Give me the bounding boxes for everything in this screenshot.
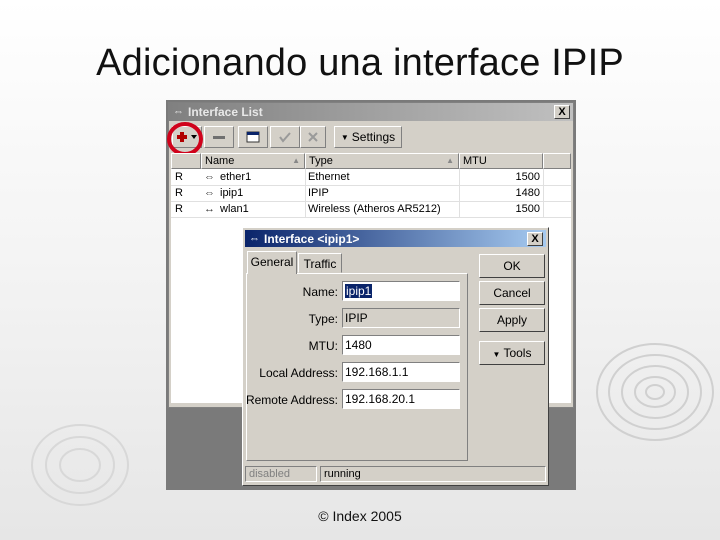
- mtu-field[interactable]: 1480: [342, 335, 460, 355]
- settings-button[interactable]: ▼ Settings: [334, 126, 402, 148]
- name-value: ipip1: [345, 284, 373, 298]
- row-flag: R: [175, 171, 183, 183]
- interface-list-title: Interface List: [188, 105, 263, 119]
- column-header-filler: [543, 153, 571, 169]
- column-header-name[interactable]: Name ▲: [201, 153, 305, 169]
- column-header-type[interactable]: Type ▲: [305, 153, 459, 169]
- tools-label: Tools: [503, 346, 532, 360]
- local-address-field[interactable]: 192.168.1.1: [342, 362, 460, 382]
- status-disabled: disabled: [245, 466, 317, 482]
- local-address-label: Local Address:: [259, 366, 338, 380]
- minus-icon: [213, 136, 225, 139]
- decorative-swirl-left: [31, 424, 129, 506]
- column-divider: [305, 169, 306, 217]
- footer-copyright: © Index 2005: [318, 508, 402, 524]
- column-header-flag[interactable]: [171, 153, 201, 169]
- row-mtu: 1500: [515, 203, 540, 215]
- tools-button[interactable]: ▼ Tools: [479, 341, 545, 365]
- column-header-mtu[interactable]: MTU: [459, 153, 543, 169]
- row-type: IPIP: [308, 187, 329, 199]
- remote-address-label: Remote Address:: [245, 393, 338, 407]
- row-divider: [171, 217, 571, 218]
- interface-dialog-titlebar[interactable]: ⇔ Interface <ipip1> X: [245, 230, 546, 247]
- x-icon: [308, 132, 318, 142]
- type-label: Type:: [308, 312, 338, 326]
- row-name: wlan1: [220, 203, 249, 215]
- type-field: IPIP: [342, 308, 460, 328]
- dropdown-arrow-icon: ▼: [340, 132, 349, 142]
- column-divider: [459, 169, 460, 217]
- slide-title: Adicionando una interface IPIP: [96, 42, 624, 84]
- column-divider: [543, 169, 544, 217]
- wireless-icon: ↔: [204, 203, 215, 215]
- check-icon: [279, 132, 291, 143]
- interface-list-close-button[interactable]: X: [554, 105, 570, 119]
- row-name: ether1: [220, 171, 252, 183]
- tab-general[interactable]: General: [247, 251, 297, 274]
- row-type: Ethernet: [308, 171, 350, 183]
- row-type: Wireless (Atheros AR5212): [308, 203, 441, 215]
- tunnel-icon: ⇔: [204, 187, 215, 199]
- ok-button[interactable]: OK: [479, 254, 545, 278]
- interface-dialog-title: Interface <ipip1>: [264, 231, 360, 246]
- name-label: Name:: [302, 285, 338, 299]
- row-mtu: 1500: [515, 171, 540, 183]
- mtu-label: MTU:: [308, 339, 338, 353]
- row-flag: R: [175, 203, 183, 215]
- comment-icon: [246, 131, 260, 143]
- interface-list-titlebar[interactable]: ⇔ Interface List X: [169, 103, 573, 121]
- comment-button[interactable]: [238, 126, 268, 148]
- tab-traffic[interactable]: Traffic: [298, 253, 342, 273]
- disable-button[interactable]: [300, 126, 326, 148]
- row-name: ipip1: [220, 187, 244, 199]
- settings-label: Settings: [351, 130, 396, 144]
- name-field[interactable]: ipip1: [342, 281, 460, 301]
- ethernet-icon: ⇔: [204, 171, 215, 183]
- row-flag: R: [175, 187, 183, 199]
- dropdown-arrow-icon: ▼: [492, 350, 501, 359]
- interface-dialog-close-button[interactable]: X: [527, 232, 543, 246]
- arrows-icon: ⇔: [249, 232, 260, 245]
- arrows-icon: ⇔: [173, 106, 184, 118]
- enable-button[interactable]: [270, 126, 300, 148]
- apply-button[interactable]: Apply: [479, 308, 545, 332]
- remove-button[interactable]: [204, 126, 234, 148]
- decorative-swirl-right: [596, 343, 714, 441]
- row-mtu: 1480: [515, 187, 540, 199]
- status-running: running: [320, 466, 546, 482]
- cancel-button[interactable]: Cancel: [479, 281, 545, 305]
- remote-address-field[interactable]: 192.168.20.1: [342, 389, 460, 409]
